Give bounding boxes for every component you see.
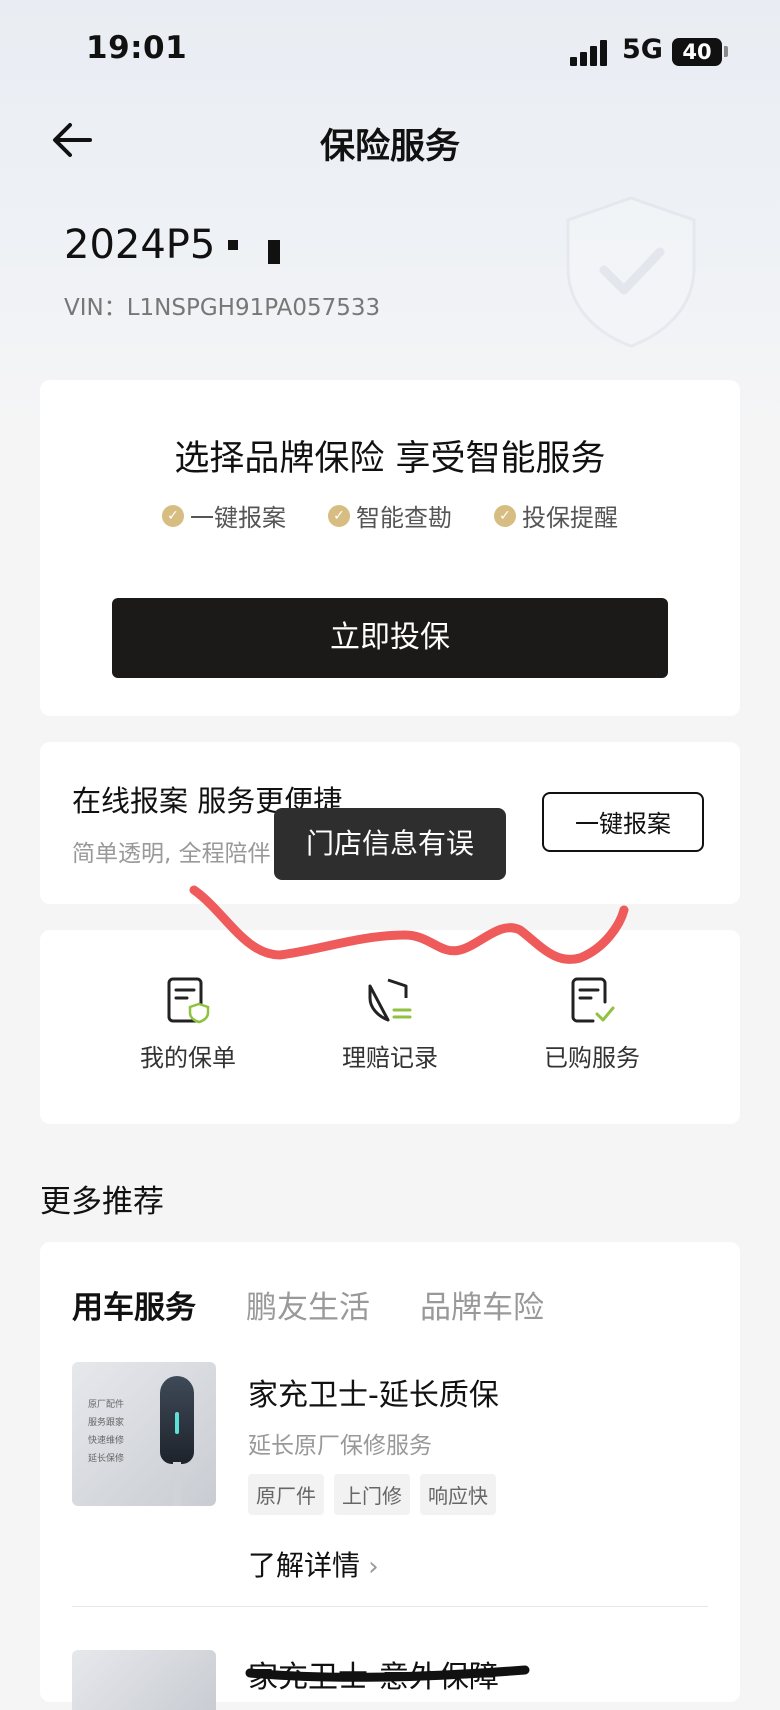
claim-shield-icon [368, 978, 412, 1022]
network-type: 5G [622, 34, 663, 65]
status-time: 19:01 [86, 30, 188, 66]
image-label: 服务跟家 [88, 1418, 125, 1428]
quick-action-label: 已购服务 [544, 1044, 640, 1072]
tab-brand-insurance[interactable]: 品牌车险 [420, 1282, 544, 1327]
product-tag: 上门修 [334, 1474, 410, 1515]
signal-icon [570, 40, 612, 66]
image-label: 原厂配件 [88, 1400, 125, 1410]
charger-stand [173, 1462, 181, 1506]
tab-vehicle-service[interactable]: 用车服务 [72, 1282, 196, 1327]
check-icon: ✓ [328, 504, 350, 527]
check-icon: ✓ [162, 504, 184, 527]
policy-icon [167, 977, 210, 1024]
nav-bar: 保险服务 [0, 100, 780, 180]
battery-tip [724, 46, 728, 57]
redaction-mark [228, 240, 238, 250]
quick-action-label: 理赔记录 [342, 1044, 438, 1072]
section-title: 更多推荐 [40, 1184, 164, 1220]
quick-actions-card: 我的保单 理赔记录 已购服务 [40, 930, 740, 1124]
battery-icon: 40 [672, 38, 722, 66]
feature-label: 智能查勘 [356, 504, 452, 532]
feature-label: 投保提醒 [522, 504, 618, 532]
feature-list: ✓ 一键报案 ✓ 智能查勘 ✓ 投保提醒 [40, 498, 740, 533]
product-tag: 响应快 [420, 1474, 496, 1515]
recommendation-tabs: 用车服务 鹏友生活 品牌车险 [72, 1282, 544, 1327]
service-doc-icon [571, 977, 615, 1023]
toast-message: 门店信息有误 [274, 808, 506, 880]
product-image [72, 1650, 216, 1710]
image-label-list: 原厂配件 服务跟家 快速维修 延长保修 [88, 1396, 124, 1468]
learn-more-link[interactable]: 了解详情 › [248, 1544, 379, 1584]
battery-level: 40 [682, 40, 712, 64]
purchased-services-button[interactable]: 已购服务 [512, 976, 672, 1073]
feature-item: ✓ 投保提醒 [494, 498, 618, 533]
page-title: 保险服务 [319, 127, 460, 167]
quick-action-label: 我的保单 [140, 1044, 236, 1072]
product-image: 原厂配件 服务跟家 快速维修 延长保修 [72, 1362, 216, 1506]
vehicle-model: 2024P5 [64, 222, 216, 268]
feature-label: 一键报案 [190, 504, 286, 532]
learn-more-label: 了解详情 [248, 1549, 361, 1582]
chevron-right-icon: › [360, 1552, 379, 1582]
product-tags: 原厂件 上门修 响应快 [248, 1474, 496, 1515]
one-click-report-button[interactable]: 一键报案 [542, 792, 704, 852]
image-label: 快速维修 [88, 1436, 125, 1446]
check-icon: ✓ [494, 504, 516, 527]
status-bar: 19:01 5G 40 [0, 0, 780, 100]
shield-icon [556, 190, 706, 350]
charger-light [175, 1412, 179, 1434]
insurance-promo-card: 选择品牌保险 享受智能服务 ✓ 一键报案 ✓ 智能查勘 ✓ 投保提醒 立即投保 [40, 380, 740, 716]
claim-records-button[interactable]: 理赔记录 [310, 976, 470, 1073]
promo-title: 选择品牌保险 享受智能服务 [174, 439, 606, 479]
recommendation-card: 用车服务 鹏友生活 品牌车险 原厂配件 服务跟家 快速维修 延长保修 家充卫士-… [40, 1242, 740, 1710]
product-name: 家充卫士-延长质保 [248, 1378, 499, 1413]
product-tag: 原厂件 [248, 1474, 324, 1515]
report-subtitle: 简单透明, 全程陪伴 [72, 841, 271, 867]
divider [72, 1606, 708, 1607]
image-label: 延长保修 [88, 1454, 125, 1464]
feature-item: ✓ 一键报案 [162, 498, 286, 533]
product-name[interactable]: 家充卫士-意外保障 [248, 1652, 499, 1696]
redaction-mark [268, 240, 280, 264]
vin-text: VIN：L1NSPGH91PA057533 [64, 295, 381, 321]
product-subtitle: 延长原厂保修服务 [248, 1433, 432, 1459]
buy-insurance-button[interactable]: 立即投保 [112, 598, 668, 678]
feature-item: ✓ 智能查勘 [328, 498, 452, 533]
product-item[interactable]: 原厂配件 服务跟家 快速维修 延长保修 家充卫士-延长质保 延长原厂保修服务 原… [72, 1362, 712, 1602]
my-policy-button[interactable]: 我的保单 [108, 976, 268, 1073]
tab-lifestyle[interactable]: 鹏友生活 [246, 1282, 370, 1327]
